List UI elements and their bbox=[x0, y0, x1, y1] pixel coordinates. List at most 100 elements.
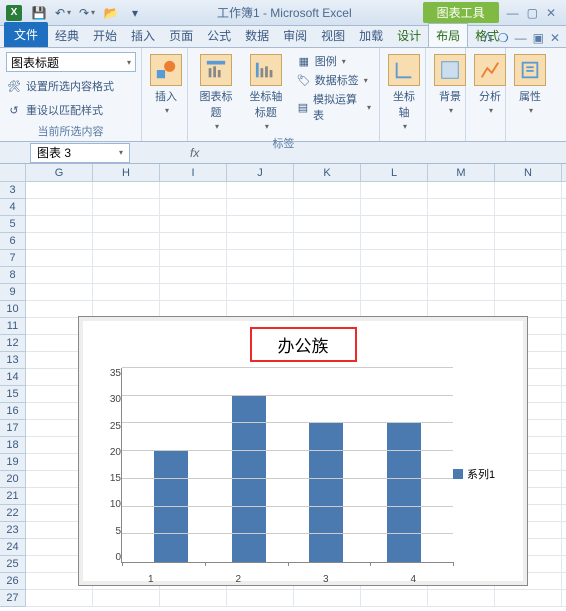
tab-formula[interactable]: 公式 bbox=[200, 24, 238, 47]
help-icon[interactable]: ❍ bbox=[498, 31, 509, 45]
data-table-button[interactable]: ▤模拟运算表▾ bbox=[294, 90, 373, 124]
axis-title-label: 坐标轴标题 bbox=[244, 88, 288, 120]
row-header[interactable]: 10 bbox=[0, 301, 26, 318]
row-header[interactable]: 3 bbox=[0, 182, 26, 199]
row-header[interactable]: 24 bbox=[0, 539, 26, 556]
format-selection-button[interactable]: 🛠 设置所选内容格式 bbox=[6, 76, 114, 96]
tab-review[interactable]: 审阅 bbox=[276, 24, 314, 47]
chart-title-selection[interactable]: 办公族 bbox=[250, 327, 357, 362]
row-header[interactable]: 19 bbox=[0, 454, 26, 471]
column-header[interactable]: J bbox=[227, 164, 294, 181]
axes-label: 坐标轴 bbox=[388, 88, 420, 120]
row-header[interactable]: 17 bbox=[0, 420, 26, 437]
row-header[interactable]: 25 bbox=[0, 556, 26, 573]
chart-legend[interactable]: 系列1 bbox=[453, 466, 513, 482]
tab-classic[interactable]: 经典 bbox=[48, 24, 86, 47]
analysis-icon bbox=[474, 54, 506, 86]
row-header[interactable]: 9 bbox=[0, 284, 26, 301]
tab-file[interactable]: 文件 bbox=[4, 22, 48, 47]
tab-data[interactable]: 数据 bbox=[238, 24, 276, 47]
chart-title-button[interactable]: 图表标题▾ bbox=[194, 52, 238, 133]
axis-title-button[interactable]: 坐标轴标题▾ bbox=[242, 52, 290, 133]
column-header[interactable]: G bbox=[26, 164, 93, 181]
chevron-down-icon: ▾ bbox=[119, 148, 123, 157]
worksheet[interactable]: GHIJKLMN 3456789101112131415161718192021… bbox=[0, 164, 566, 607]
background-button[interactable]: 背景▾ bbox=[432, 52, 468, 117]
analysis-button[interactable]: 分析▾ bbox=[472, 52, 508, 117]
data-labels-button[interactable]: 🏷数据标签▾ bbox=[294, 71, 373, 89]
data-labels-icon: 🏷 bbox=[296, 72, 312, 88]
row-header[interactable]: 7 bbox=[0, 250, 26, 267]
tab-page[interactable]: 页面 bbox=[162, 24, 200, 47]
chart-bar[interactable] bbox=[309, 423, 343, 562]
legend-button[interactable]: ▦图例▾ bbox=[294, 52, 373, 70]
row-header[interactable]: 22 bbox=[0, 505, 26, 522]
minimize-icon[interactable]: — bbox=[507, 6, 519, 20]
window-close-icon[interactable]: ✕ bbox=[550, 31, 560, 45]
reset-style-button[interactable]: ↺ 重设以匹配样式 bbox=[6, 100, 103, 120]
column-header[interactable]: L bbox=[361, 164, 428, 181]
window-minimize-icon[interactable]: — bbox=[515, 31, 527, 45]
selection-dropdown[interactable]: 图表标题 ▾ bbox=[6, 52, 136, 72]
column-header[interactable]: I bbox=[160, 164, 227, 181]
format-selection-label: 设置所选内容格式 bbox=[26, 78, 114, 94]
tab-insert[interactable]: 插入 bbox=[124, 24, 162, 47]
undo-icon[interactable]: ↶▾ bbox=[52, 3, 74, 23]
close-icon[interactable]: ✕ bbox=[546, 6, 556, 20]
row-header[interactable]: 8 bbox=[0, 267, 26, 284]
row-header[interactable]: 11 bbox=[0, 318, 26, 335]
legend-swatch bbox=[453, 469, 463, 479]
column-header[interactable]: M bbox=[428, 164, 495, 181]
open-icon[interactable]: 📂 bbox=[100, 3, 122, 23]
row-header[interactable]: 4 bbox=[0, 199, 26, 216]
qat-more-icon[interactable]: ▾ bbox=[124, 3, 146, 23]
fx-label[interactable]: fx bbox=[190, 146, 199, 160]
properties-icon bbox=[514, 54, 546, 86]
tab-view[interactable]: 视图 bbox=[314, 24, 352, 47]
row-header[interactable]: 13 bbox=[0, 352, 26, 369]
chart-bar[interactable] bbox=[387, 423, 421, 562]
insert-button[interactable]: 插入 ▾ bbox=[148, 52, 184, 117]
chart-tools-tab-title: 图表工具 bbox=[423, 2, 499, 23]
chart-bar[interactable] bbox=[154, 451, 188, 562]
row-header[interactable]: 15 bbox=[0, 386, 26, 403]
column-header[interactable]: K bbox=[294, 164, 361, 181]
redo-icon[interactable]: ↷▾ bbox=[76, 3, 98, 23]
axis-title-icon bbox=[250, 54, 282, 86]
chart-title-icon bbox=[200, 54, 232, 86]
row-header[interactable]: 23 bbox=[0, 522, 26, 539]
row-header[interactable]: 20 bbox=[0, 471, 26, 488]
name-box[interactable]: 图表 3 ▾ bbox=[30, 143, 130, 163]
select-all-corner[interactable] bbox=[0, 164, 26, 181]
ribbon-minimize-icon[interactable]: ᐱ bbox=[484, 31, 492, 45]
column-header[interactable]: N bbox=[495, 164, 562, 181]
column-header[interactable]: H bbox=[93, 164, 160, 181]
embedded-chart[interactable]: 办公族 35302520151050 系列1 1234 bbox=[78, 316, 528, 586]
chart-bar[interactable] bbox=[232, 396, 266, 562]
row-header[interactable]: 18 bbox=[0, 437, 26, 454]
window-restore-icon[interactable]: ▣ bbox=[533, 31, 544, 45]
tab-design[interactable]: 设计 bbox=[390, 24, 428, 47]
insert-label: 插入 bbox=[155, 88, 177, 104]
background-label: 背景 bbox=[439, 88, 461, 104]
chart-title-text[interactable]: 办公族 bbox=[260, 337, 347, 356]
chart-plot-area[interactable] bbox=[121, 368, 453, 563]
legend-icon: ▦ bbox=[296, 53, 312, 69]
reset-style-icon: ↺ bbox=[6, 102, 22, 118]
row-header[interactable]: 6 bbox=[0, 233, 26, 250]
axes-icon bbox=[388, 54, 420, 86]
axes-button[interactable]: 坐标轴▾ bbox=[386, 52, 422, 133]
properties-button[interactable]: 属性▾ bbox=[512, 52, 548, 117]
save-icon[interactable]: 💾 bbox=[28, 3, 50, 23]
row-header[interactable]: 5 bbox=[0, 216, 26, 233]
restore-icon[interactable]: ▢ bbox=[527, 6, 538, 20]
row-header[interactable]: 26 bbox=[0, 573, 26, 590]
tab-layout[interactable]: 布局 bbox=[428, 23, 468, 47]
tab-addins[interactable]: 加载 bbox=[352, 24, 390, 47]
tab-home[interactable]: 开始 bbox=[86, 24, 124, 47]
row-header[interactable]: 16 bbox=[0, 403, 26, 420]
row-header[interactable]: 21 bbox=[0, 488, 26, 505]
row-header[interactable]: 14 bbox=[0, 369, 26, 386]
row-header[interactable]: 27 bbox=[0, 590, 26, 607]
row-header[interactable]: 12 bbox=[0, 335, 26, 352]
